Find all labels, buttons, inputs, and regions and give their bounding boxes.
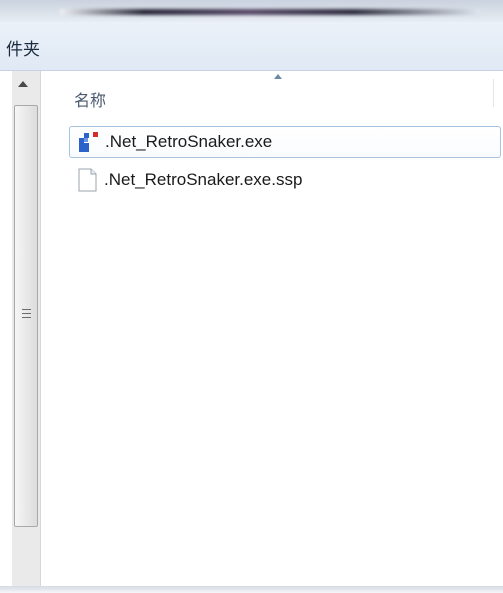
file-row-ssp[interactable]: .Net_RetroSnaker.exe.ssp [69,164,501,196]
sort-ascending-icon [274,74,282,79]
window-bottom-border [0,586,503,593]
window-title-strip [0,0,503,22]
scroll-grip-icon [22,309,31,318]
column-divider[interactable] [493,79,494,107]
blank-file-icon [74,167,100,193]
vertical-scrollbar[interactable] [12,71,41,586]
file-row-exe[interactable]: .Net_RetroSnaker.exe [69,126,501,158]
exe-app-icon [75,129,101,155]
column-name-label: 名称 [74,91,107,110]
title-shadow [60,9,480,15]
scroll-up-arrow-icon[interactable] [18,81,28,87]
file-name: .Net_RetroSnaker.exe [105,132,273,151]
scroll-thumb[interactable] [14,105,38,527]
column-header-name[interactable]: 名称 [41,71,503,117]
new-folder-button-label[interactable]: 件夹 [6,35,40,60]
file-name: .Net_RetroSnaker.exe.ssp [104,170,303,189]
explorer-window: 件夹 名称 .Net_RetroSnaker.exe .Net_RetroSna… [0,0,503,593]
toolbar: 件夹 [0,22,503,71]
